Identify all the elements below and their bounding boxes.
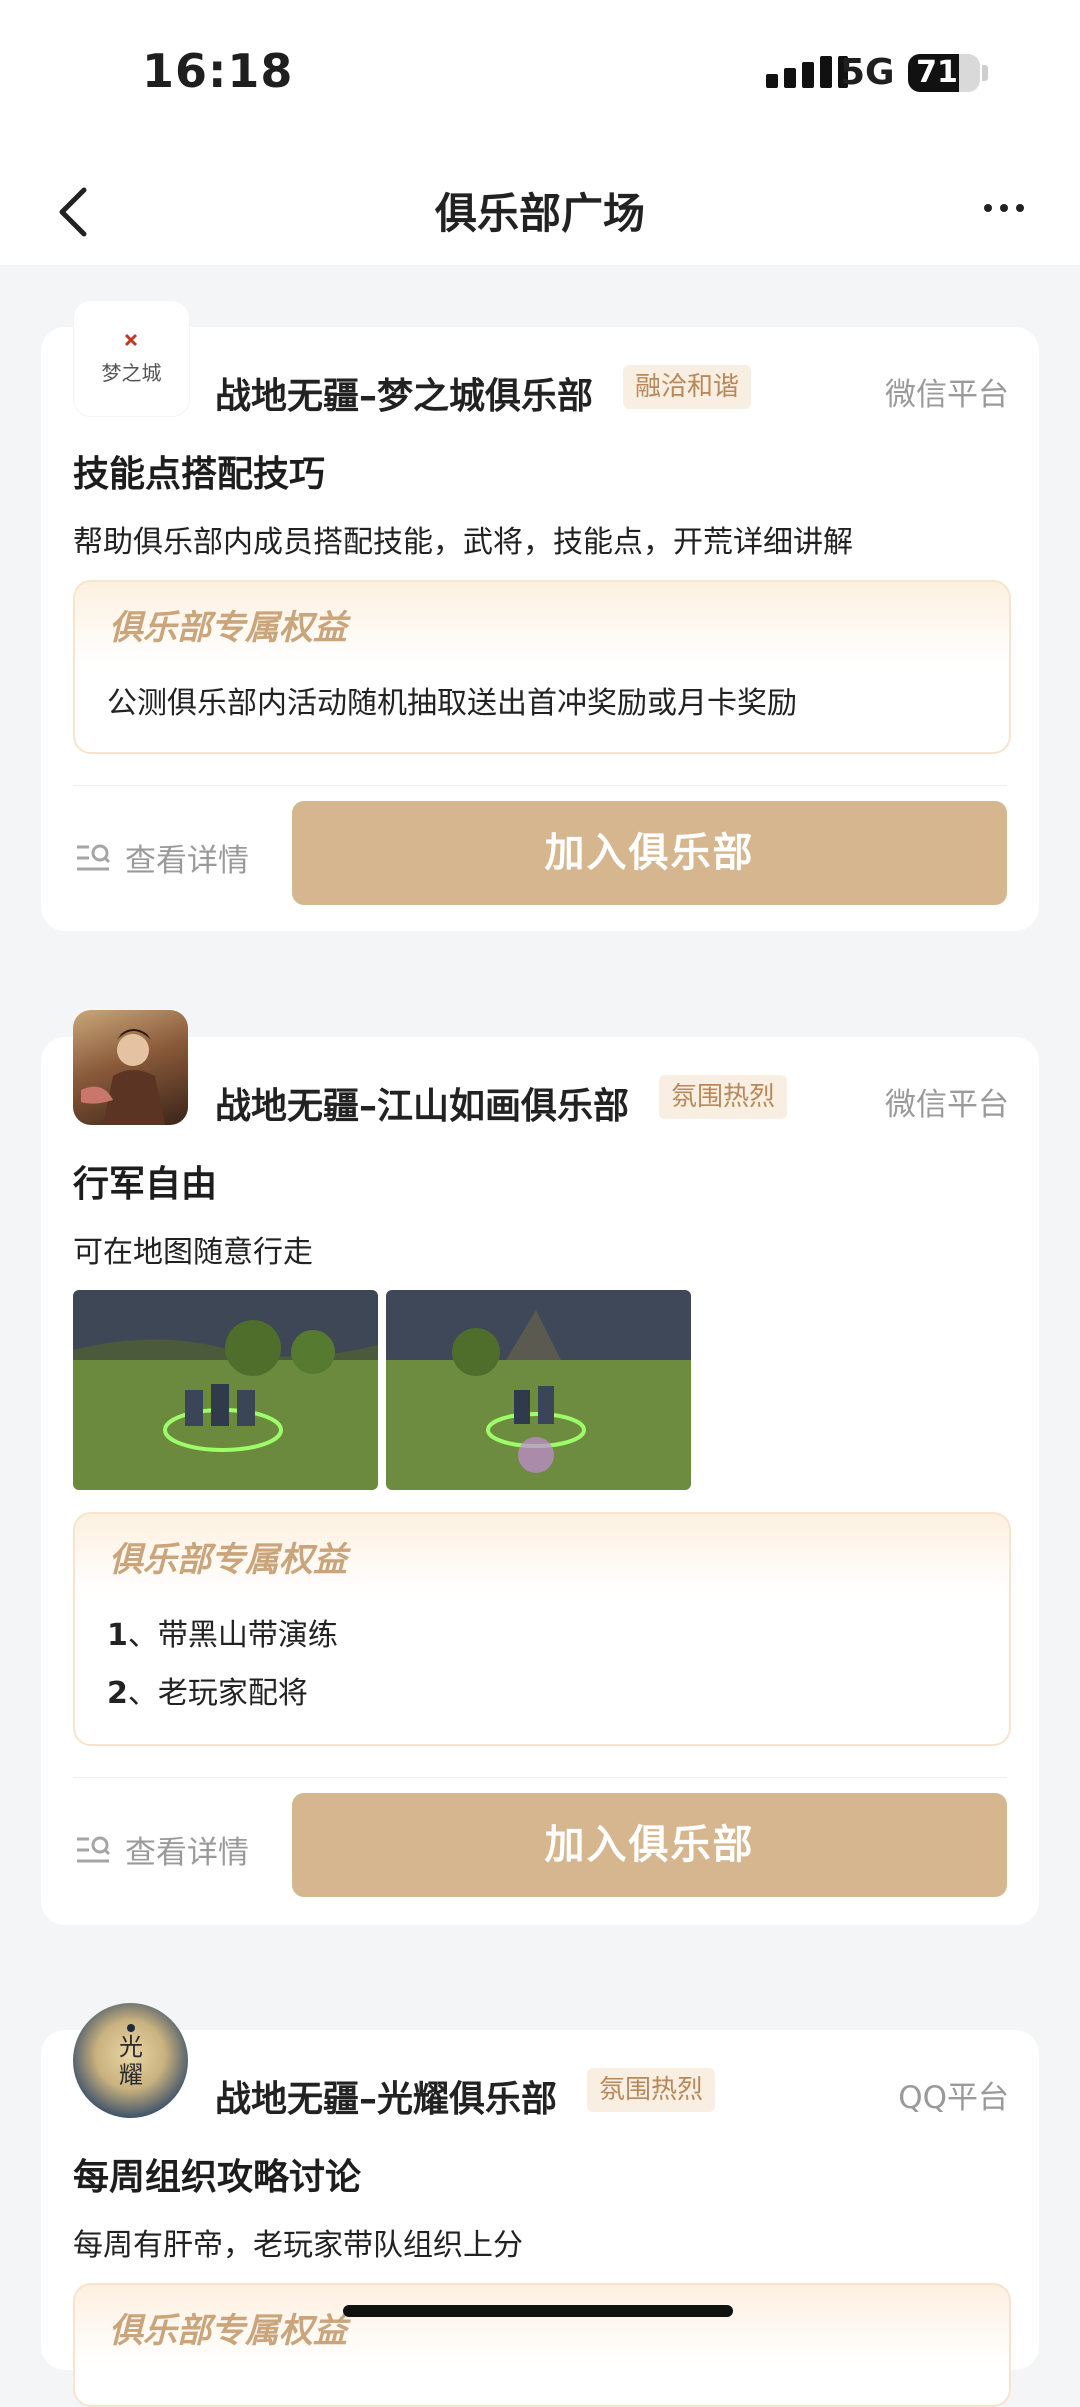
benefit-box: 俱乐部专属权益 1、带黑山带演练 2、老玩家配将 [73,1512,1011,1746]
club-name: 战地无疆–梦之城俱乐部 [215,376,594,417]
benefit-text: 、老玩家配将 [127,1676,308,1711]
club-avatar[interactable] [73,1010,188,1125]
divider [73,1777,1007,1778]
network-type: 5G [840,52,895,93]
benefit-title: 俱乐部专属权益 [109,1540,347,1580]
benefit-number: 2 [107,1676,128,1711]
club-card: 梦之城 战地无疆–梦之城俱乐部 融洽和谐 微信平台 技能点搭配技巧 帮助俱乐部内… [41,300,1039,931]
benefit-item: 2、老玩家配将 [107,1668,308,1712]
club-description: 可在地图随意行走 [73,1235,313,1270]
battery-level: 71 [916,55,958,90]
club-avatar[interactable]: 光耀 [73,2003,188,2118]
game-scene-image [386,1290,691,1490]
club-tag: 氛围热烈 [659,1075,788,1119]
club-title: 行军自由 [73,1164,218,1205]
club-card: 战地无疆–江山如画俱乐部 氛围热烈 微信平台 行军自由 可在地图随意行走 俱乐部… [41,1010,1039,1925]
club-tag: 氛围热烈 [587,2068,716,2112]
club-platform: 微信平台 [885,1087,1009,1123]
status-bar: 16:18 5G 71 [0,0,1080,150]
battery-tip [982,65,988,81]
details-list-icon [77,844,111,870]
club-screenshot[interactable] [386,1290,691,1490]
signal-icon [766,56,848,88]
nav-bar: 俱乐部广场 [0,150,1080,265]
benefit-title: 俱乐部专属权益 [109,2311,347,2351]
benefit-title: 俱乐部专属权益 [109,608,347,648]
club-platform: QQ平台 [898,2080,1009,2116]
details-list-icon [77,1836,111,1862]
benefit-box: 俱乐部专属权益 公测俱乐部内活动随机抽取送出首冲奖励或月卡奖励 [73,580,1011,754]
view-details-label: 查看详情 [125,1835,249,1871]
status-time: 16:18 [142,44,294,98]
view-details-link[interactable]: 查看详情 [75,835,249,880]
benefit-item: 公测俱乐部内活动随机抽取送出首冲奖励或月卡奖励 [107,686,797,721]
benefit-item: 1、带黑山带演练 [107,1610,338,1654]
warrior-portrait-image [81,1029,165,1125]
club-logo-text: 光耀 [119,2033,143,2089]
game-scene-image [73,1290,378,1490]
page-title: 俱乐部广场 [434,189,645,238]
club-tag: 融洽和谐 [623,365,752,409]
benefit-text: 、带黑山带演练 [127,1618,338,1653]
view-details-label: 查看详情 [125,843,249,879]
club-screenshot[interactable] [73,1290,378,1490]
club-description: 每周有肝帝，老玩家带队组织上分 [73,2228,523,2263]
divider [73,785,1007,786]
view-details-link[interactable]: 查看详情 [75,1827,249,1872]
home-indicator[interactable] [343,2305,733,2317]
club-title: 技能点搭配技巧 [73,454,326,495]
club-platform: 微信平台 [885,377,1009,413]
club-logo-text: 梦之城 [101,361,162,385]
battery-icon: 71 [908,54,980,92]
club-description: 帮助俱乐部内成员搭配技能，武将，技能点，开荒详细讲解 [73,525,853,560]
benefit-number: 1 [107,1618,128,1653]
club-title: 每周组织攻略讨论 [73,2157,362,2198]
club-avatar[interactable]: 梦之城 [73,300,190,417]
club-logo-mark [124,333,138,347]
more-icon[interactable] [984,204,1024,212]
club-name: 战地无疆–光耀俱乐部 [215,2079,558,2120]
join-club-button[interactable]: 加入俱乐部 [292,801,1007,905]
benefit-box: 俱乐部专属权益 [73,2283,1011,2407]
join-club-button[interactable]: 加入俱乐部 [292,1793,1007,1897]
club-name: 战地无疆–江山如画俱乐部 [215,1086,630,1127]
club-card: 光耀 战地无疆–光耀俱乐部 氛围热烈 QQ平台 每周组织攻略讨论 每周有肝帝，老… [41,2003,1039,2407]
